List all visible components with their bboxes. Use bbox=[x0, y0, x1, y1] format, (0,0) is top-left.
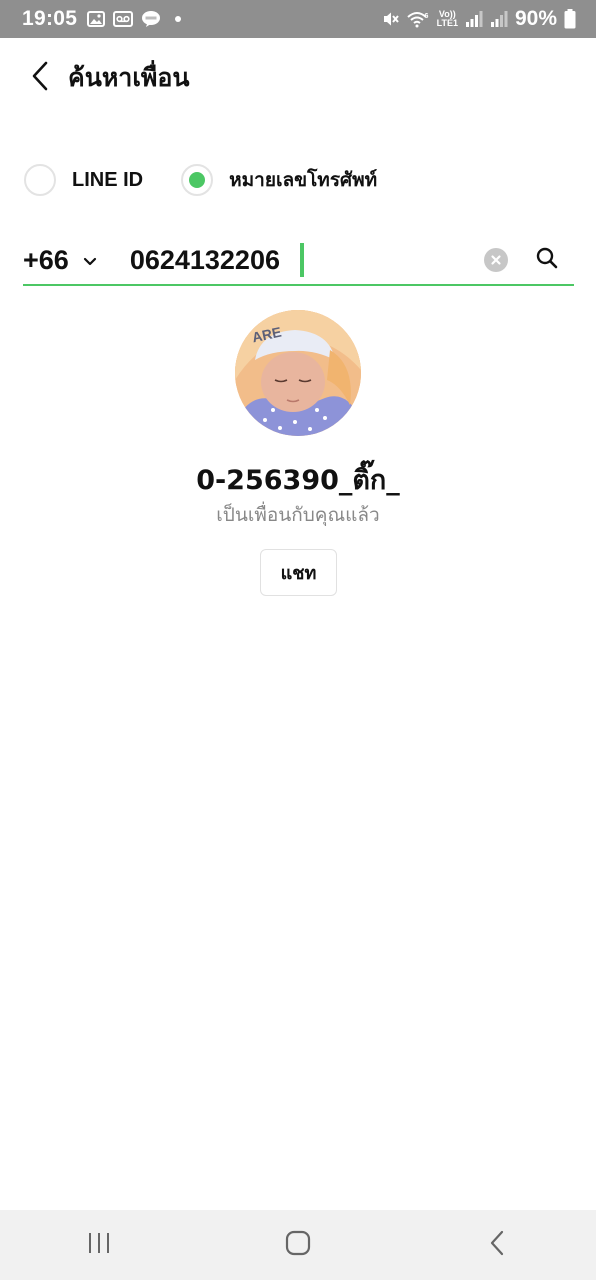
app-header: ค้นหาเพื่อน bbox=[0, 38, 596, 118]
clear-input-button[interactable] bbox=[484, 248, 508, 272]
back-icon bbox=[489, 1230, 505, 1260]
back-button[interactable] bbox=[10, 48, 70, 108]
volte-indicator: Vo)) LTE1 bbox=[437, 10, 458, 28]
search-type-selector: LINE ID หมายเลขโทรศัพท์ bbox=[24, 164, 377, 196]
chevron-down-icon bbox=[83, 251, 97, 270]
svg-text:6: 6 bbox=[424, 13, 428, 20]
country-code[interactable]: +66 bbox=[23, 245, 69, 276]
radio-button-unselected[interactable] bbox=[24, 164, 56, 196]
line-app-icon bbox=[141, 10, 161, 28]
search-button[interactable] bbox=[534, 247, 560, 273]
clear-circle-icon bbox=[490, 251, 502, 270]
home-button[interactable] bbox=[258, 1215, 338, 1275]
battery-icon bbox=[564, 9, 576, 29]
voicemail-icon bbox=[113, 11, 134, 27]
recents-button[interactable] bbox=[59, 1215, 139, 1275]
chevron-left-icon bbox=[31, 61, 49, 95]
gallery-icon bbox=[87, 11, 106, 27]
status-bar: 19:05 6 Vo)) LTE1 90% bbox=[0, 0, 596, 38]
text-cursor bbox=[299, 243, 304, 277]
nav-back-button[interactable] bbox=[457, 1215, 537, 1275]
radio-phone-number[interactable]: หมายเลขโทรศัพท์ bbox=[181, 164, 377, 196]
phone-number-input[interactable] bbox=[129, 244, 300, 276]
radio-line-id[interactable]: LINE ID bbox=[24, 164, 143, 196]
more-notifications-dot bbox=[175, 16, 182, 22]
friend-name: 0-256390_ติ๊ก_ bbox=[196, 465, 400, 496]
country-code-dropdown[interactable] bbox=[83, 251, 97, 270]
page-title: ค้นหาเพื่อน bbox=[68, 63, 190, 92]
signal-icon-1 bbox=[465, 10, 483, 28]
friend-avatar[interactable]: ARE bbox=[235, 310, 361, 436]
wifi-icon: 6 bbox=[406, 10, 430, 28]
system-icons: 6 Vo)) LTE1 90% bbox=[381, 7, 576, 31]
radio-button-selected[interactable] bbox=[181, 164, 214, 196]
mute-icon bbox=[381, 10, 399, 28]
recents-icon bbox=[86, 1231, 112, 1259]
home-icon bbox=[285, 1230, 311, 1260]
phone-search-field: +66 bbox=[23, 236, 574, 286]
friend-status: เป็นเพื่อนกับคุณแล้ว bbox=[216, 504, 380, 526]
status-time: 19:05 bbox=[22, 7, 78, 30]
volte-bottom-text: LTE1 bbox=[436, 18, 458, 28]
notification-icons bbox=[87, 10, 182, 28]
baby-photo: ARE bbox=[235, 310, 361, 436]
radio-selected-dot bbox=[189, 172, 206, 188]
search-icon bbox=[535, 246, 559, 274]
battery-percentage: 90% bbox=[514, 7, 557, 30]
system-nav-bar bbox=[0, 1210, 596, 1280]
chat-button[interactable]: แชท bbox=[260, 549, 337, 596]
signal-icon-2 bbox=[490, 10, 508, 28]
radio-label-phone-number: หมายเลขโทรศัพท์ bbox=[229, 169, 378, 191]
radio-label-line-id: LINE ID bbox=[72, 168, 144, 191]
